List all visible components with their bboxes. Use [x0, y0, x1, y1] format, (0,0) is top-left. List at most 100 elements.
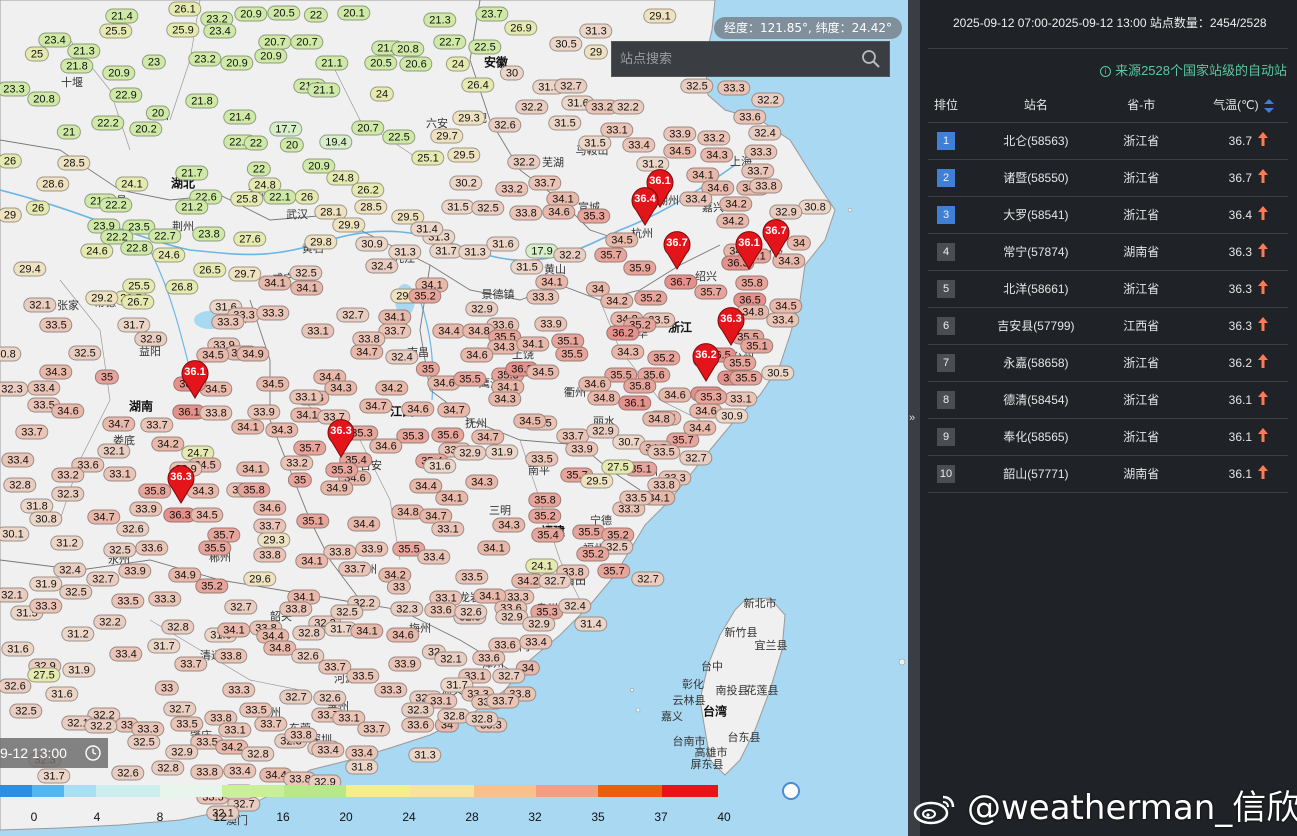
station-temp-chip[interactable]: 33.4	[766, 312, 800, 328]
station-temp-chip[interactable]: 35.7	[594, 247, 628, 263]
station-temp-chip[interactable]: 20.9	[102, 65, 136, 81]
station-temp-chip[interactable]: 33.7	[174, 656, 208, 672]
station-temp-chip[interactable]: 22.8	[120, 240, 154, 256]
station-temp-chip[interactable]: 32.3	[51, 486, 85, 502]
station-temp-chip[interactable]: 32.5	[471, 200, 505, 216]
station-temp-chip[interactable]: 34.5	[256, 376, 290, 392]
ranking-row[interactable]: 10 韶山(57771) 湖南省 36.1	[928, 455, 1288, 493]
hot-station-pin[interactable]: 36.1	[734, 230, 764, 270]
station-temp-chip[interactable]: 32.2	[84, 718, 118, 734]
station-temp-chip[interactable]: 33.4	[109, 646, 143, 662]
station-temp-chip[interactable]: 26	[0, 153, 23, 169]
station-temp-chip[interactable]: 20.6	[399, 56, 433, 72]
station-temp-chip[interactable]: 33.8	[214, 648, 248, 664]
station-temp-chip[interactable]: 31.7	[117, 317, 151, 333]
hot-station-pin[interactable]: 36.4	[630, 186, 660, 226]
station-temp-chip[interactable]: 33.9	[663, 126, 697, 142]
station-temp-chip[interactable]: 33.6	[733, 109, 767, 125]
station-temp-chip[interactable]: 22.9	[109, 87, 143, 103]
station-temp-chip[interactable]: 33.6	[135, 540, 169, 556]
station-temp-chip[interactable]: 35.2	[195, 578, 229, 594]
station-temp-chip[interactable]: 32.5	[289, 265, 323, 281]
station-temp-chip[interactable]: 21.8	[60, 58, 94, 74]
search-icon[interactable]	[861, 49, 881, 69]
station-temp-chip[interactable]: 34.6	[460, 347, 494, 363]
station-temp-chip[interactable]: 34.8	[587, 390, 621, 406]
station-temp-chip[interactable]: 24	[369, 86, 395, 102]
station-temp-chip[interactable]: 35.2	[408, 288, 442, 304]
station-temp-chip[interactable]: 30.9	[355, 236, 389, 252]
ranking-row[interactable]: 7 永嘉(58658) 浙江省 36.2	[928, 344, 1288, 382]
station-temp-chip[interactable]: 34.5	[190, 507, 224, 523]
ranking-row[interactable]: 9 奉化(58565) 浙江省 36.1	[928, 418, 1288, 456]
station-temp-chip[interactable]: 32.9	[453, 445, 487, 461]
station-temp-chip[interactable]: 32.4	[558, 598, 592, 614]
station-temp-chip[interactable]: 31.2	[50, 535, 84, 551]
station-temp-chip[interactable]: 31.5	[441, 199, 475, 215]
station-temp-chip[interactable]: 34.1	[350, 623, 384, 639]
station-temp-chip[interactable]: 32.2	[553, 247, 587, 263]
station-temp-chip[interactable]: 34.1	[435, 490, 469, 506]
station-temp-chip[interactable]: 29.5	[447, 147, 481, 163]
station-temp-chip[interactable]: 32.7	[679, 450, 713, 466]
station-temp-chip[interactable]: 34.4	[683, 420, 717, 436]
station-temp-chip[interactable]: 34.1	[378, 309, 412, 325]
station-temp-chip[interactable]: 33.4	[622, 137, 656, 153]
station-temp-chip[interactable]: 22	[246, 161, 272, 177]
station-temp-chip[interactable]: 33.7	[140, 417, 174, 433]
station-temp-chip[interactable]: 33.4	[27, 380, 61, 396]
station-temp-chip[interactable]: 32.8	[161, 619, 195, 635]
station-temp-chip[interactable]: 32.4	[365, 258, 399, 274]
station-temp-chip[interactable]: 33.3	[29, 598, 63, 614]
station-temp-chip[interactable]: 21.3	[67, 43, 101, 59]
station-temp-chip[interactable]: 32.5	[680, 78, 714, 94]
station-temp-chip[interactable]: 34.6	[386, 627, 420, 643]
station-temp-chip[interactable]: 29.3	[452, 110, 486, 126]
station-temp-chip[interactable]: 32.8	[151, 760, 185, 776]
station-temp-chip[interactable]: 33.9	[355, 541, 389, 557]
station-temp-chip[interactable]: 31.5	[510, 259, 544, 275]
station-temp-chip[interactable]: 33.1	[301, 323, 335, 339]
station-temp-chip[interactable]: 20.9	[220, 55, 254, 71]
station-temp-chip[interactable]: 26	[25, 200, 51, 216]
station-temp-chip[interactable]: 28.5	[354, 199, 388, 215]
station-temp-chip[interactable]: 30.8	[29, 511, 63, 527]
station-temp-chip[interactable]: 34.6	[578, 376, 612, 392]
ranking-row[interactable]: 6 吉安县(57799) 江西省 36.3	[928, 307, 1288, 345]
station-temp-chip[interactable]: 31.8	[345, 759, 379, 775]
station-temp-chip[interactable]: 24.6	[80, 243, 114, 259]
station-temp-chip[interactable]: 30.5	[761, 365, 795, 381]
hot-station-pin[interactable]: 36.1	[180, 359, 210, 399]
station-temp-chip[interactable]: 20.5	[267, 5, 301, 21]
station-temp-chip[interactable]: 34.1	[535, 274, 569, 290]
station-temp-chip[interactable]: 33.9	[129, 501, 163, 517]
station-temp-chip[interactable]: 33.1	[218, 722, 252, 738]
station-temp-chip[interactable]: 30.8	[0, 346, 22, 362]
station-temp-chip[interactable]: 22.5	[468, 39, 502, 55]
station-temp-chip[interactable]: 26.7	[121, 294, 155, 310]
station-temp-chip[interactable]: 32.2	[515, 99, 549, 115]
station-temp-chip[interactable]: 33.8	[253, 547, 287, 563]
station-temp-chip[interactable]: 33.4	[679, 191, 713, 207]
temperature-map[interactable]: 湖北湖南江西浙江福建台湾安徽上海绍兴南昌景德镇上饶张家十堰六安澳门龙岩台中彰化南…	[0, 0, 908, 836]
station-temp-chip[interactable]: 21.3	[423, 12, 457, 28]
station-temp-chip[interactable]: 20.2	[129, 121, 163, 137]
station-temp-chip[interactable]: 29.6	[243, 571, 277, 587]
station-temp-chip[interactable]: 34.1	[236, 461, 270, 477]
legend-slider-knob[interactable]	[782, 782, 800, 800]
station-temp-chip[interactable]: 32.8	[241, 746, 275, 762]
hot-station-pin[interactable]: 36.3	[166, 464, 196, 504]
station-temp-chip[interactable]: 32.3	[401, 702, 435, 718]
station-temp-chip[interactable]: 22.5	[382, 129, 416, 145]
station-temp-chip[interactable]: 21.4	[223, 109, 257, 125]
station-temp-chip[interactable]: 34.9	[320, 480, 354, 496]
station-temp-chip[interactable]: 34.7	[359, 398, 393, 414]
station-temp-chip[interactable]: 35.5	[453, 371, 487, 387]
station-temp-chip[interactable]: 32.5	[127, 734, 161, 750]
station-temp-chip[interactable]: 32.1	[97, 443, 131, 459]
station-temp-chip[interactable]: 32.1	[23, 297, 57, 313]
station-temp-chip[interactable]: 35.3	[577, 208, 611, 224]
station-temp-chip[interactable]: 33.9	[118, 563, 152, 579]
station-temp-chip[interactable]: 32.6	[0, 678, 32, 694]
station-temp-chip[interactable]: 35.9	[623, 260, 657, 276]
